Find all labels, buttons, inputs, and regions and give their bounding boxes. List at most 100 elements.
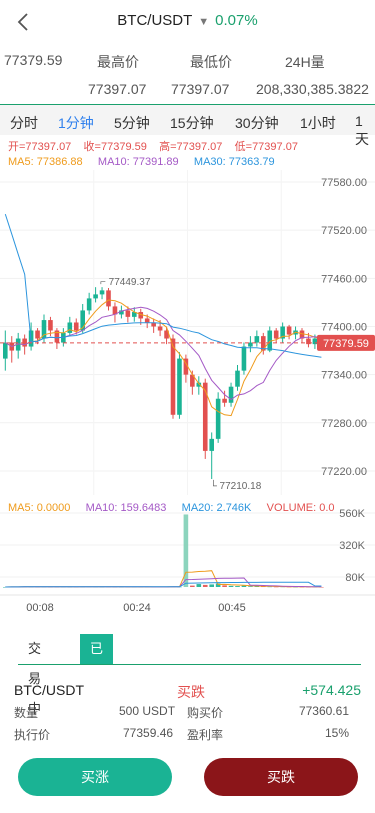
low-label: 最低价 — [190, 54, 232, 70]
last-price: 77379.59 — [4, 52, 63, 68]
candle-body — [273, 330, 279, 339]
max-price-annotation: ⌐ 77449.37 — [100, 277, 151, 288]
pair-name: BTC/USDT — [117, 12, 193, 29]
tab-1min[interactable]: 1分钟 — [58, 113, 94, 133]
volume-bar — [228, 585, 234, 587]
dropdown-triangle-icon[interactable]: ▼ — [198, 16, 209, 28]
high-value-ohlc: 高=77397.07 — [159, 141, 223, 153]
buy-price-label: 购买价 — [187, 706, 224, 720]
candle-body — [254, 336, 260, 343]
position-row-2: 执行价 77359.46 盈利率 15% — [14, 726, 361, 742]
volume-chart[interactable]: 560K 320K 80K 00:08 00:24 00:45 — [0, 505, 375, 617]
tab-5min[interactable]: 5分钟 — [114, 113, 150, 133]
candle-body — [215, 398, 221, 439]
candle-body — [286, 326, 292, 335]
volume-label: 24H量 — [285, 54, 325, 70]
candle-body — [48, 320, 53, 331]
price-tick-label: 77340.00 — [321, 370, 367, 382]
buy-up-button[interactable]: 买涨 — [18, 758, 172, 796]
buy-price-value: 77360.61 — [298, 704, 349, 718]
close-value: 收=77379.59 — [83, 141, 147, 153]
candle-body — [106, 290, 111, 307]
candle-body — [235, 370, 240, 387]
candle-body — [73, 322, 79, 331]
time-axis-label: 00:24 — [123, 602, 151, 614]
candle-body — [67, 322, 73, 333]
tab-30min[interactable]: 30分钟 — [235, 113, 279, 133]
candle-body — [3, 342, 8, 359]
price-change: 0.07% — [215, 12, 258, 29]
volume-bar — [222, 585, 227, 587]
position-row-1: 数量 500 USDT 购买价 77360.61 — [14, 704, 361, 720]
volume-ma5-line — [5, 570, 322, 588]
ma5-value: MA5: 77386.88 — [8, 156, 83, 168]
candle-body — [35, 330, 40, 339]
high-value: 77397.07 — [88, 81, 147, 97]
buy-down-button[interactable]: 买跌 — [204, 758, 358, 796]
position-header: BTC/USDT 买跌 +574.425 — [14, 682, 361, 700]
price-tick-label: 77520.00 — [321, 225, 367, 237]
candle-body — [202, 382, 208, 451]
ma10-value: MA10: 77391.89 — [97, 156, 179, 168]
time-axis-label: 00:08 — [26, 602, 54, 614]
candle-body — [177, 358, 182, 415]
exec-value: 77359.46 — [123, 726, 174, 740]
low-value: 77397.07 — [171, 81, 230, 97]
volume-tick-label: 320K — [339, 540, 365, 552]
candle-body — [144, 318, 150, 323]
current-price-label: 77379.59 — [323, 338, 369, 350]
low-value-ohlc: 低=77397.07 — [234, 141, 298, 153]
tab-1day[interactable]: 1天 — [355, 113, 375, 149]
volume-tick-label: 80K — [345, 572, 365, 584]
tab-timeline[interactable]: 分时 — [10, 113, 38, 133]
candle-body — [125, 310, 131, 317]
market-stats: 77379.59 最高价 最低价 24H量 77397.07 77397.07 … — [0, 44, 375, 104]
volume-tick-label: 560K — [339, 508, 365, 520]
profit-rate-value: 15% — [324, 726, 349, 740]
timeframe-tabs: 分时 1分钟 5分钟 15分钟 30分钟 1小时 1天 — [0, 105, 375, 147]
tabs-underline — [18, 664, 361, 665]
ma30-value: MA30: 77363.79 — [193, 156, 275, 168]
volume-value: 208,330,385.3822 — [256, 81, 369, 97]
tab-1hour[interactable]: 1小时 — [300, 113, 336, 133]
volume-bar — [190, 585, 195, 587]
qty-value: 500 USDT — [119, 704, 176, 718]
volume-bar — [235, 586, 240, 587]
price-tick-label: 77580.00 — [321, 177, 367, 189]
candle-body — [241, 346, 247, 371]
position-side: 买跌 — [177, 684, 205, 700]
profit-rate-label: 盈利率 — [187, 728, 224, 742]
price-tick-label: 77280.00 — [321, 418, 367, 430]
price-tick-label: 77460.00 — [321, 273, 367, 285]
candle-body — [222, 398, 227, 403]
volume-bar — [209, 584, 214, 587]
volume-bar — [196, 584, 202, 587]
tab-closed-positions[interactable]: 已平仓 — [80, 634, 114, 716]
candle-body — [170, 338, 176, 415]
price-tick-label: 77220.00 — [321, 466, 367, 478]
candle-body — [93, 294, 98, 299]
price-tick-label: 77400.00 — [321, 321, 367, 333]
ohlc-readout: 开=77397.07 收=77379.59 高=77397.07 低=77397… — [8, 138, 298, 154]
min-price-annotation: └ 77210.18 — [210, 479, 262, 492]
position-pnl: +574.425 — [302, 682, 361, 698]
candle-body — [228, 386, 234, 403]
position-pair: BTC/USDT — [14, 682, 84, 698]
high-label: 最高价 — [97, 54, 139, 70]
tab-15min[interactable]: 15分钟 — [170, 113, 214, 133]
candle-body — [99, 290, 105, 295]
volume-bar — [202, 584, 208, 587]
open-value: 开=77397.07 — [8, 141, 72, 153]
time-axis-label: 00:45 — [218, 602, 246, 614]
candle-body — [157, 326, 163, 331]
candle-body — [209, 438, 214, 451]
exec-label: 执行价 — [14, 728, 51, 742]
candle-body — [86, 298, 92, 311]
pair-title[interactable]: BTC/USDT ▼ 0.07% — [0, 12, 375, 29]
ma-readout: MA5: 77386.88 MA10: 77391.89 MA30: 77363… — [8, 156, 275, 168]
header: BTC/USDT ▼ 0.07% — [0, 0, 375, 44]
volume-bar — [248, 586, 253, 587]
qty-label: 数量 — [14, 706, 39, 720]
tab-open-positions[interactable]: 交易中 — [18, 634, 51, 716]
candlestick-chart[interactable]: 77580.00 77520.00 77460.00 77400.00 77340.00… — [0, 170, 375, 495]
